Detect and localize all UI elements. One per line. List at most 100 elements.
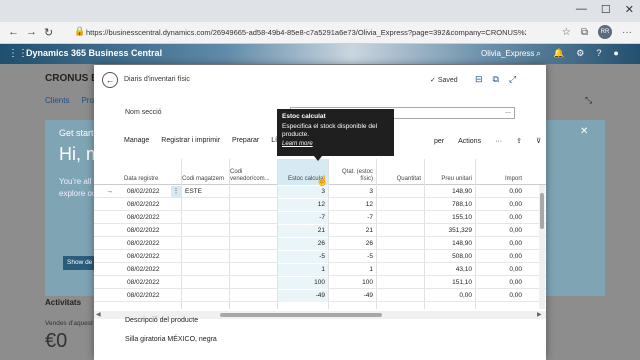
profile-avatar[interactable]: RR (598, 25, 612, 39)
cell-ven[interactable] (230, 186, 277, 198)
cell-qty[interactable] (377, 225, 424, 237)
help-icon[interactable]: ? (596, 48, 601, 59)
cell-ven[interactable] (230, 225, 277, 237)
maximize-icon[interactable]: ☐ (601, 3, 611, 16)
close-icon[interactable]: ✕ (625, 3, 634, 16)
cell-mag[interactable] (182, 225, 229, 237)
table-row[interactable]: → ⋮ 08/02/2022 ESTE 3 3 148,90 0,00 (94, 186, 546, 198)
cell-date[interactable]: 08/02/2022 (124, 251, 176, 263)
cell-qty[interactable] (377, 251, 424, 263)
cell-amt[interactable]: 0,00 (476, 212, 525, 224)
action-per[interactable]: per (434, 138, 444, 145)
cell-ven[interactable] (230, 238, 277, 250)
cell-ven[interactable] (230, 290, 277, 302)
forward-icon[interactable]: → (26, 26, 37, 38)
cell-mag[interactable] (182, 290, 229, 302)
nav-item-clients[interactable]: Clients (45, 96, 69, 105)
menu-icon[interactable]: ··· (622, 27, 632, 38)
cell-price[interactable]: 788,10 (425, 199, 475, 211)
cell-date[interactable]: 08/02/2022 (124, 186, 176, 198)
table-row[interactable]: 08/02/2022 1 1 43,10 0,00 (94, 264, 546, 276)
cell-qty[interactable] (377, 264, 424, 276)
table-row[interactable]: 08/02/2022 -5 -5 508,00 0,00 (94, 251, 546, 263)
cell-qty[interactable] (377, 277, 424, 289)
col-salesperson[interactable]: Codi venedor/com... (230, 159, 277, 185)
minimize-icon[interactable]: — (576, 3, 587, 16)
cell-amt[interactable]: 0,00 (476, 238, 525, 250)
filter-icon[interactable]: ⊽ (536, 137, 541, 145)
cell-fis[interactable]: -5 (329, 251, 376, 263)
cell-qty[interactable] (377, 212, 424, 224)
col-unit-price[interactable]: Preu unitari (425, 159, 475, 185)
cell-calc[interactable]: -49 (278, 290, 328, 302)
cell-date[interactable]: 08/02/2022 (124, 290, 176, 302)
cell-date[interactable]: 08/02/2022 (124, 238, 176, 250)
cell-price[interactable]: 155,10 (425, 212, 475, 224)
cell-calc[interactable]: 12 (278, 199, 328, 211)
collections-icon[interactable]: ⧉ (581, 27, 588, 38)
show-demo-button[interactable]: Show de (63, 256, 97, 270)
cell-date[interactable]: 08/02/2022 (124, 199, 176, 211)
cell-fis[interactable]: 12 (329, 199, 376, 211)
cell-fis[interactable]: 21 (329, 225, 376, 237)
cell-mag[interactable] (182, 277, 229, 289)
share-icon[interactable]: ⇪ (516, 137, 522, 145)
scroll-right-icon[interactable]: ▶ (537, 311, 542, 318)
cell-calc[interactable]: 100 (278, 277, 328, 289)
cell-calc[interactable]: -7 (278, 212, 328, 224)
open-new-window-icon[interactable]: ⧉ (493, 74, 499, 85)
cell-price[interactable]: 43,10 (425, 264, 475, 276)
cell-price[interactable]: 148,90 (425, 238, 475, 250)
close-icon[interactable]: ✕ (580, 126, 588, 137)
cell-mag[interactable]: ESTE (182, 186, 229, 198)
cell-fis[interactable]: -7 (329, 212, 376, 224)
cell-mag[interactable] (182, 199, 229, 211)
cell-fis[interactable]: 3 (329, 186, 376, 198)
cell-amt[interactable]: 0,00 (476, 225, 525, 237)
col-quantity[interactable]: Quantitat (377, 159, 424, 185)
expand-icon[interactable]: ⤢ (509, 74, 516, 85)
vertical-scrollbar[interactable] (539, 185, 545, 309)
cell-ven[interactable] (230, 251, 277, 263)
gear-icon[interactable]: ⚙ (576, 48, 584, 59)
table-row[interactable]: 08/02/2022 -49 -49 0,00 0,00 (94, 290, 546, 302)
table-row[interactable]: 08/02/2022 26 26 148,90 0,00 (94, 238, 546, 250)
table-row[interactable]: 08/02/2022 -7 -7 155,10 0,00 (94, 212, 546, 224)
table-row[interactable]: 08/02/2022 12 12 788,10 0,00 (94, 199, 546, 211)
cell-mag[interactable] (182, 251, 229, 263)
cell-ven[interactable] (230, 264, 277, 276)
action-manage[interactable]: Manage (124, 137, 149, 149)
action-prepare[interactable]: Preparar (232, 137, 259, 149)
table-row[interactable]: 08/02/2022 100 100 151,10 0,00 (94, 277, 546, 289)
cell-date[interactable]: 08/02/2022 (124, 277, 176, 289)
cell-calc[interactable]: 3 (278, 186, 328, 198)
cell-price[interactable]: 151,10 (425, 277, 475, 289)
cell-calc[interactable]: 1 (278, 264, 328, 276)
cell-date[interactable]: 08/02/2022 (124, 264, 176, 276)
back-icon[interactable]: ← (8, 26, 19, 38)
cell-amt[interactable]: 0,00 (476, 251, 525, 263)
col-qty-physical[interactable]: Qtat. (estoc físic) (329, 159, 376, 185)
cell-fis[interactable]: 100 (329, 277, 376, 289)
refresh-icon[interactable]: ↻ (44, 26, 53, 39)
cell-amt[interactable]: 0,00 (476, 199, 525, 211)
cell-calc[interactable]: 21 (278, 225, 328, 237)
cell-calc[interactable]: -5 (278, 251, 328, 263)
cell-fis[interactable]: 1 (329, 264, 376, 276)
cell-mag[interactable] (182, 238, 229, 250)
cell-mag[interactable] (182, 264, 229, 276)
learn-more-link[interactable]: Learn more (282, 141, 389, 147)
back-button[interactable]: ← (102, 72, 118, 88)
url-field[interactable]: https://businesscentral.dynamics.com/269… (86, 25, 526, 41)
action-post-print[interactable]: Registrar i imprimir (161, 137, 220, 149)
table-row[interactable]: 08/02/2022 21 21 351,329 0,00 (94, 225, 546, 237)
cell-date[interactable]: 08/02/2022 (124, 212, 176, 224)
batch-name-lookup[interactable]: ... (505, 108, 511, 115)
user-icon[interactable]: ● (613, 48, 618, 59)
cell-amt[interactable]: 0,00 (476, 186, 525, 198)
vertical-scroll-thumb[interactable] (540, 193, 544, 229)
cell-ven[interactable] (230, 212, 277, 224)
cell-date[interactable]: 08/02/2022 (124, 225, 176, 237)
col-posting-date[interactable]: Data registre (124, 159, 176, 185)
col-location-code[interactable]: Codi magatzem (182, 159, 229, 185)
